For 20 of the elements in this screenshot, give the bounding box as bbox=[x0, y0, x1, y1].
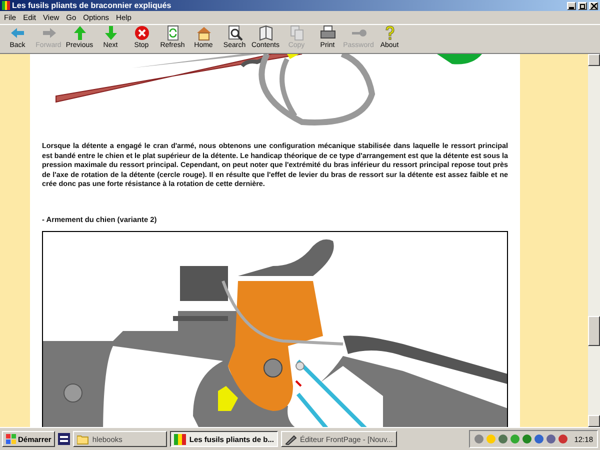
close-button[interactable] bbox=[589, 2, 598, 10]
minimize-button[interactable] bbox=[567, 2, 576, 10]
contents-icon bbox=[256, 25, 274, 41]
scroll-thumb[interactable] bbox=[588, 316, 600, 346]
restore-icon bbox=[580, 2, 586, 8]
flag-icon bbox=[2, 1, 10, 10]
home-icon bbox=[194, 25, 212, 41]
back-icon bbox=[8, 25, 26, 41]
window-title: Les fusils pliants de braconnier expliqués bbox=[12, 1, 172, 10]
close-icon bbox=[590, 2, 596, 8]
windows-logo-icon bbox=[6, 434, 16, 444]
restore-button[interactable] bbox=[578, 2, 587, 10]
quick-launch-icon[interactable] bbox=[58, 433, 70, 445]
scroll-down-button[interactable] bbox=[588, 415, 600, 427]
copy-icon bbox=[288, 25, 306, 41]
pen-icon bbox=[284, 434, 297, 444]
scroll-up-button[interactable] bbox=[588, 54, 600, 66]
flag-icon bbox=[174, 434, 186, 444]
folder-icon bbox=[77, 434, 90, 444]
scrollbar[interactable] bbox=[588, 54, 600, 427]
